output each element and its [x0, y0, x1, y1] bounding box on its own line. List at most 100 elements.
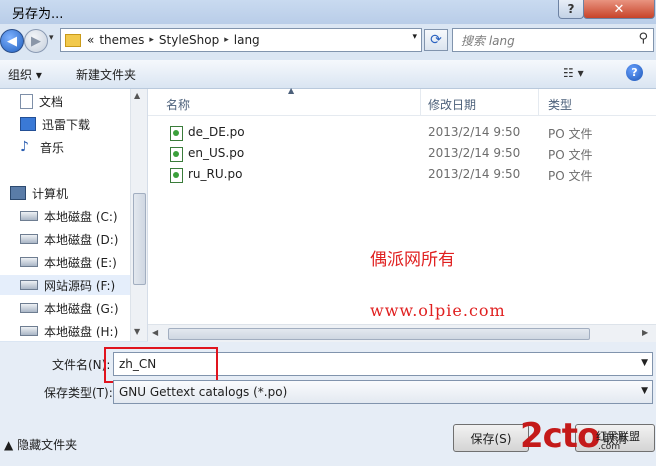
filetype-select[interactable]: GNU Gettext catalogs (*.po) ▼ [113, 380, 653, 404]
column-header-name[interactable]: 名称 [166, 96, 190, 113]
drive-icon [20, 326, 38, 336]
scroll-down-icon[interactable]: ▼ [134, 327, 140, 336]
search-input[interactable]: 搜索 lang ⚲ [452, 28, 654, 52]
horizontal-scroll-thumb[interactable] [168, 328, 590, 340]
po-file-icon [170, 126, 183, 141]
sidebar-item-drive-h[interactable]: 本地磁盘 (H:) [20, 321, 147, 341]
filename-dropdown-icon[interactable]: ▼ [641, 358, 648, 368]
collapse-icon: ▲ [4, 438, 14, 452]
file-date: 2013/2/14 9:50 [428, 146, 521, 160]
sidebar-item-label: 本地磁盘 (D:) [44, 232, 119, 247]
address-prefix[interactable]: « [87, 33, 94, 47]
watermark-logo: 2cto [520, 416, 600, 456]
breadcrumb-styleshop[interactable]: StyleShop [159, 33, 219, 47]
window-title: 另存为... [12, 7, 64, 22]
sidebar-scroll-thumb[interactable] [133, 193, 146, 285]
navigation-bar: ◀ ▶ ▾ « themes ▸ StyleShop ▸ lang ▾ ⟳ 搜索… [0, 24, 656, 56]
search-placeholder: 搜索 lang [461, 34, 515, 48]
command-toolbar: 组织 ▾ 新建文件夹 ☷ ▾ ? [0, 60, 656, 89]
sidebar-item-label: 本地磁盘 (C:) [44, 209, 118, 224]
column-divider[interactable] [420, 89, 421, 115]
filetype-label: 保存类型(T): [44, 386, 113, 400]
folder-icon [65, 33, 81, 47]
sidebar-item-label: 本地磁盘 (E:) [44, 255, 117, 270]
music-icon: ♪ [20, 139, 29, 155]
sidebar-item-label: 本地磁盘 (H:) [44, 324, 119, 339]
sidebar-item-xunlei-downloads[interactable]: 迅雷下载 [20, 114, 147, 134]
sidebar-item-drive-d[interactable]: 本地磁盘 (D:) [20, 229, 147, 249]
file-name: ru_RU.po [188, 167, 243, 181]
sidebar-item-drive-f[interactable]: 网站源码 (F:) [0, 275, 130, 295]
watermark-text: 偶派网所有 [370, 250, 455, 270]
breadcrumb-separator-icon[interactable]: ▸ [224, 35, 229, 45]
sidebar-item-label: 音乐 [40, 140, 65, 155]
po-file-icon [170, 168, 183, 183]
file-row[interactable]: en_US.po 2013/2/14 9:50 PO 文件 [148, 144, 648, 164]
highlight-box [104, 347, 218, 383]
file-name: de_DE.po [188, 125, 245, 139]
title-bar: 另存为... ? ✕ [0, 0, 656, 24]
sidebar-item-label: 本地磁盘 (G:) [44, 301, 119, 316]
po-file-icon [170, 147, 183, 162]
document-icon [20, 93, 33, 109]
recent-pages-dropdown[interactable]: ▾ [49, 33, 54, 43]
watermark-logo-sub: .com [598, 442, 621, 452]
sidebar-item-music[interactable]: ♪ 音乐 [20, 137, 147, 157]
hide-folders-toggle[interactable]: ▲ 隐藏文件夹 [4, 436, 77, 453]
column-divider[interactable] [538, 89, 539, 115]
new-folder-button[interactable]: 新建文件夹 [76, 66, 136, 83]
help-icon[interactable]: ? [626, 64, 643, 81]
filetype-value: GNU Gettext catalogs (*.po) [119, 385, 288, 399]
sidebar-scrollbar[interactable]: ▲ ▼ [130, 89, 147, 341]
save-button[interactable]: 保存(S) [453, 424, 529, 452]
sidebar-item-drive-c[interactable]: 本地磁盘 (C:) [20, 206, 147, 226]
save-form: 文件名(N): zh_CN ▼ 保存类型(T): GNU Gettext cat… [0, 342, 656, 466]
breadcrumb-themes[interactable]: themes [99, 33, 144, 47]
sidebar-item-documents[interactable]: 文档 [20, 91, 147, 111]
horizontal-scrollbar[interactable]: ◀ ▶ [148, 324, 656, 342]
navigation-pane: 文档 迅雷下载 ♪ 音乐 计算机 本地磁盘 (C:) 本地磁盘 (D:) 本地磁… [0, 89, 148, 341]
file-type: PO 文件 [548, 169, 593, 183]
sidebar-item-drive-e[interactable]: 本地磁盘 (E:) [20, 252, 147, 272]
forward-button[interactable]: ▶ [24, 29, 48, 53]
column-header-date[interactable]: 修改日期 [428, 96, 476, 113]
drive-icon [20, 303, 38, 313]
file-date: 2013/2/14 9:50 [428, 125, 521, 139]
file-row[interactable]: de_DE.po 2013/2/14 9:50 PO 文件 [148, 123, 648, 143]
sidebar-item-label: 网站源码 (F:) [44, 278, 116, 293]
file-row[interactable]: ru_RU.po 2013/2/14 9:50 PO 文件 [148, 165, 648, 185]
column-header-type[interactable]: 类型 [548, 96, 572, 113]
view-options-icon[interactable]: ☷ ▾ [563, 66, 584, 80]
breadcrumb-separator-icon[interactable]: ▸ [149, 35, 154, 45]
file-list: 名称 ▲ 修改日期 类型 de_DE.po 2013/2/14 9:50 PO … [148, 86, 656, 341]
list-header: 名称 ▲ 修改日期 类型 [148, 86, 656, 116]
watermark-url: www.olpie.com [370, 301, 506, 320]
drive-icon [20, 280, 38, 290]
search-icon[interactable]: ⚲ [638, 31, 648, 46]
organize-menu[interactable]: 组织 ▾ [8, 66, 42, 83]
refresh-button[interactable]: ⟳ [424, 29, 448, 51]
scroll-left-icon[interactable]: ◀ [152, 328, 158, 337]
sidebar-item-label: 文档 [39, 94, 64, 109]
drive-icon [20, 234, 38, 244]
address-bar[interactable]: « themes ▸ StyleShop ▸ lang ▾ [60, 28, 422, 52]
drive-icon [20, 257, 38, 267]
sidebar-item-computer[interactable]: 计算机 [10, 183, 140, 203]
file-date: 2013/2/14 9:50 [428, 167, 521, 181]
address-dropdown-icon[interactable]: ▾ [412, 32, 417, 42]
scroll-right-icon[interactable]: ▶ [642, 328, 648, 337]
sidebar-item-drive-g[interactable]: 本地磁盘 (G:) [20, 298, 147, 318]
file-type: PO 文件 [548, 127, 593, 141]
drive-icon [20, 211, 38, 221]
back-button[interactable]: ◀ [0, 29, 24, 53]
download-icon [20, 117, 36, 131]
breadcrumb-lang[interactable]: lang [234, 33, 260, 47]
file-type: PO 文件 [548, 148, 593, 162]
filetype-dropdown-icon[interactable]: ▼ [641, 386, 648, 396]
scroll-up-icon[interactable]: ▲ [134, 91, 140, 100]
hide-folders-label: 隐藏文件夹 [17, 438, 78, 452]
help-button[interactable]: ? [558, 0, 584, 19]
file-name: en_US.po [188, 146, 245, 160]
close-button[interactable]: ✕ [583, 0, 655, 19]
sort-ascending-icon: ▲ [288, 86, 295, 95]
